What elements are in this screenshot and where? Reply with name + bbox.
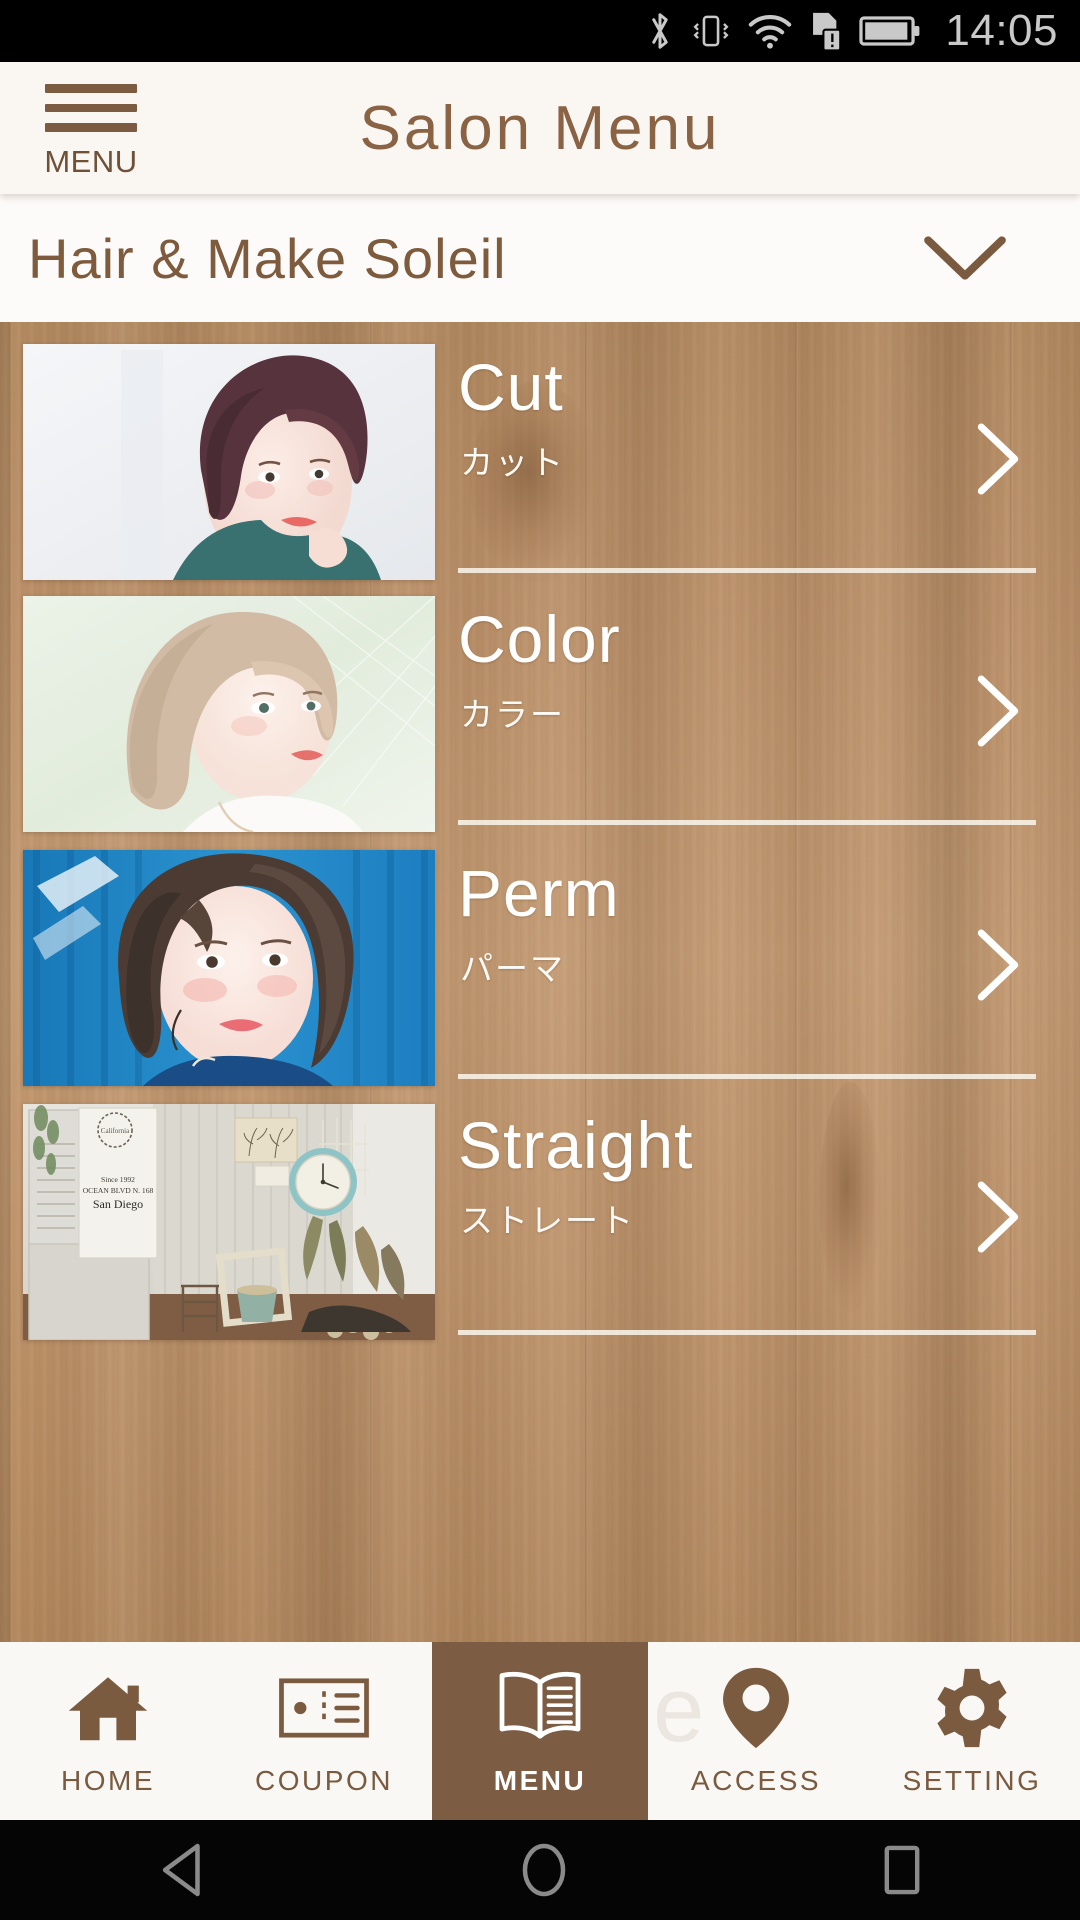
status-bar: 14:05: [0, 0, 1080, 62]
tab-coupon[interactable]: COUPON: [216, 1642, 432, 1820]
menu-thumbnail[interactable]: California Since 1992 OCEAN BLVD N. 168 …: [23, 1104, 435, 1340]
menu-row-divider: [458, 1074, 1036, 1079]
home-circle-icon[interactable]: [517, 1839, 571, 1901]
wifi-icon: [749, 15, 792, 49]
menu-row-subtitle: カラー: [460, 695, 565, 734]
tab-label: COUPON: [255, 1765, 393, 1796]
back-triangle-icon[interactable]: [153, 1839, 211, 1901]
chevron-right-icon: [977, 675, 1019, 747]
sim-card-alert-icon: [813, 12, 842, 52]
android-navigation-bar: [0, 1820, 1080, 1920]
background-watermark-text: ne: [648, 1659, 705, 1761]
tab-label: MENU: [493, 1765, 587, 1796]
tab-access[interactable]: ne ACCESS: [648, 1642, 864, 1820]
battery-icon: [859, 16, 920, 46]
salon-selector[interactable]: Hair & Make Soleil: [0, 194, 1080, 322]
menu-row-title: Straight: [458, 1108, 694, 1182]
app-header: MENU Salon Menu: [0, 62, 1080, 194]
menu-row-perm[interactable]: Perm パーマ: [458, 838, 1038, 1088]
svg-text:California: California: [101, 1127, 130, 1135]
menu-thumbnail[interactable]: [23, 850, 435, 1086]
menu-row-subtitle: カット: [460, 443, 565, 482]
menu-row-subtitle: パーマ: [460, 949, 565, 988]
tab-menu[interactable]: MENU: [432, 1642, 648, 1820]
status-bar-clock: 14:05: [945, 6, 1058, 55]
tab-label: ACCESS: [690, 1765, 822, 1796]
tab-label: SETTING: [902, 1765, 1042, 1796]
tab-home[interactable]: HOME: [0, 1642, 216, 1820]
bluetooth-icon: [652, 13, 669, 49]
book-icon: [496, 1665, 584, 1751]
menu-row-divider: [458, 1330, 1036, 1335]
menu-row-title: Perm: [458, 856, 620, 930]
menu-row-straight[interactable]: Straight ストレート: [458, 1090, 1038, 1340]
chevron-right-icon: [977, 423, 1019, 495]
phone-screen: 14:05 MENU Salon Menu Hair & Make Soleil: [0, 0, 1080, 1920]
tab-setting[interactable]: SETTING: [864, 1642, 1080, 1820]
tab-label: HOME: [61, 1765, 155, 1796]
salon-name: Hair & Make Soleil: [28, 226, 507, 290]
svg-text:San Diego: San Diego: [93, 1197, 143, 1211]
ticket-icon: [278, 1665, 370, 1751]
chevron-right-icon: [977, 1181, 1019, 1253]
map-pin-icon: [720, 1665, 792, 1751]
menu-row-divider: [458, 568, 1036, 573]
menu-row-color[interactable]: Color カラー: [458, 584, 1038, 834]
menu-list: California Since 1992 OCEAN BLVD N. 168 …: [0, 322, 1080, 1642]
chevron-down-icon[interactable]: [920, 230, 1010, 286]
page-title: Salon Menu: [359, 93, 721, 163]
menu-row-cut[interactable]: Cut カット: [458, 332, 1038, 582]
svg-text:OCEAN BLVD N. 168: OCEAN BLVD N. 168: [83, 1186, 154, 1195]
menu-row-title: Cut: [458, 350, 564, 424]
vibrate-icon: [693, 15, 729, 47]
menu-row-subtitle: ストレート: [460, 1201, 635, 1240]
menu-thumbnail[interactable]: [23, 344, 435, 580]
recents-square-icon[interactable]: [877, 1841, 927, 1899]
menu-thumbnail[interactable]: [23, 596, 435, 832]
svg-text:Since 1992: Since 1992: [101, 1175, 135, 1184]
bottom-tab-bar: HOME COUPON MENU e ACCESS SETTING: [0, 1642, 1080, 1820]
menu-row-title: Color: [458, 602, 621, 676]
home-icon: [66, 1665, 150, 1751]
chevron-right-icon: [977, 929, 1019, 1001]
menu-row-divider: [458, 820, 1036, 825]
gear-icon: [930, 1665, 1014, 1751]
